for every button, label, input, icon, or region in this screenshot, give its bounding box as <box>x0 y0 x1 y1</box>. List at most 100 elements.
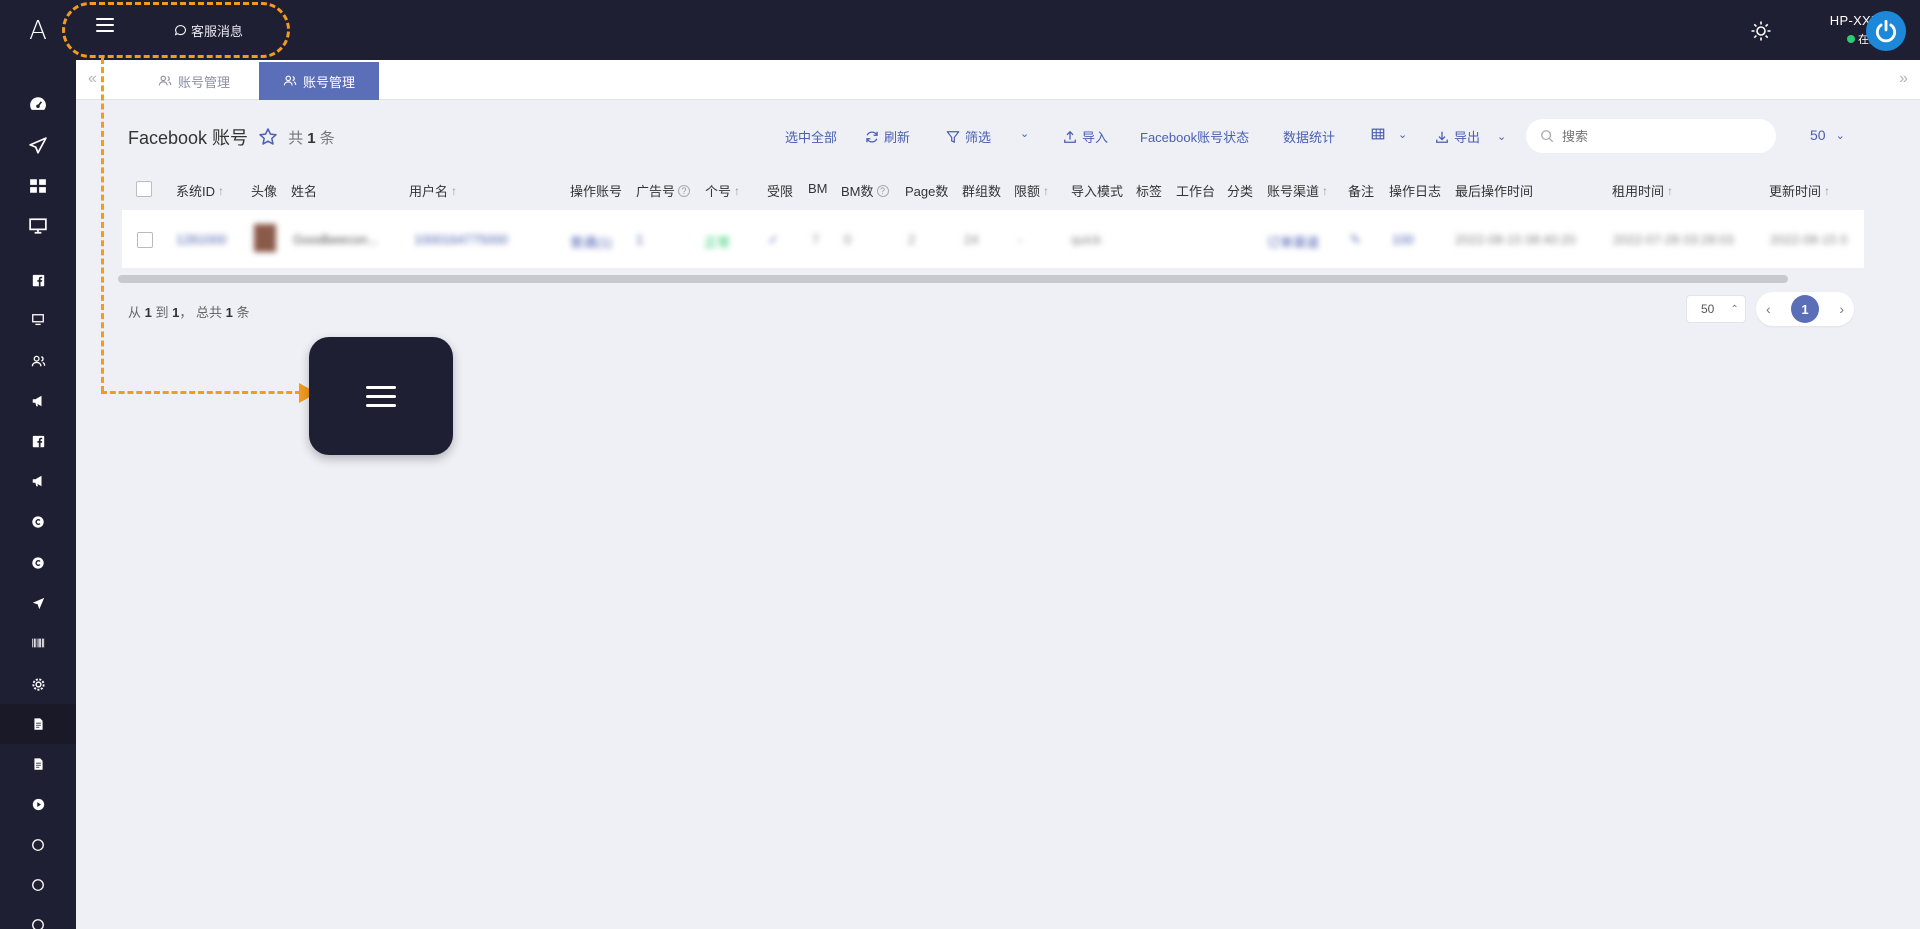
cell-restricted: ✓ <box>768 232 779 247</box>
cell-avatar <box>254 224 276 252</box>
col-ad-account: 广告号? <box>636 181 691 200</box>
send-icon[interactable] <box>0 126 76 166</box>
col-personal-account[interactable]: 个号 ↑ <box>705 181 740 200</box>
upload-icon <box>1064 130 1076 143</box>
refresh-icon <box>866 131 878 142</box>
cell-rental-time: 2022-07-28 03:28:03 <box>1613 232 1734 247</box>
cell-page-count: 2 <box>908 232 916 247</box>
filter-dropdown-icon[interactable]: ⌄ <box>1020 127 1029 140</box>
col-rental-time[interactable]: 租用时间 ↑ <box>1612 181 1673 200</box>
row-checkbox[interactable] <box>137 232 153 248</box>
horizontal-scrollbar[interactable] <box>118 275 1788 283</box>
col-bm-count: BM数? <box>841 181 889 200</box>
theme-sun-icon[interactable] <box>1750 20 1772 42</box>
zoomed-hamburger-callout <box>309 337 453 455</box>
annotation-dashed-line-horizontal <box>101 391 301 394</box>
next-page-icon[interactable]: › <box>1839 301 1844 317</box>
power-icon <box>1875 19 1897 43</box>
refresh-button[interactable]: 刷新 <box>865 127 910 146</box>
desktop-icon[interactable] <box>0 300 76 340</box>
megaphone-icon[interactable] <box>0 381 76 421</box>
tab-label: 账号管理 <box>178 74 231 90</box>
copyright-icon[interactable] <box>0 502 76 542</box>
col-avatar: 头像 <box>251 184 278 199</box>
cell-ad-account[interactable]: 1 <box>636 232 643 247</box>
edit-remark-icon[interactable]: ✎ <box>1350 232 1361 248</box>
cell-operator[interactable]: 普通(1) <box>570 232 612 251</box>
top-bar: 客服消息 HP-XXX 在线 <box>76 0 1920 60</box>
export-button[interactable]: 导出 ⌄ <box>1435 127 1506 146</box>
barcode-icon[interactable] <box>0 623 76 663</box>
help-icon: ? <box>876 184 889 197</box>
cell-group-count: 24 <box>964 232 979 247</box>
col-limit[interactable]: 限额 ↑ <box>1014 181 1049 200</box>
document-icon-2[interactable] <box>0 744 76 784</box>
search-input[interactable] <box>1562 128 1752 144</box>
col-channel[interactable]: 账号渠道 ↑ <box>1267 181 1328 200</box>
annotation-dashed-line <box>101 58 104 392</box>
col-username[interactable]: 用户名 ↑ <box>409 181 457 200</box>
grid-icon[interactable] <box>0 166 76 206</box>
online-dot-icon <box>1847 35 1855 43</box>
col-page-count: Page数 <box>905 184 949 199</box>
record-count: 共 1 条 <box>288 129 335 147</box>
play-circle-icon[interactable] <box>0 784 76 824</box>
pagination-range: 从 1 到 1， 总共 1 条 <box>128 305 250 320</box>
hamburger-menu-icon-zoomed <box>366 380 396 413</box>
data-statistics-button[interactable]: 数据统计 <box>1283 127 1335 146</box>
facebook-icon[interactable] <box>0 260 76 300</box>
users-icon <box>283 75 297 86</box>
chevron-down-icon: ⌄ <box>1497 131 1507 143</box>
col-system-id[interactable]: 系统ID ↑ <box>176 181 224 200</box>
col-import-mode: 导入模式 <box>1071 184 1124 199</box>
cell-limit: - <box>1018 232 1023 247</box>
navigation-arrow-icon[interactable] <box>0 583 76 623</box>
cell-update-time: 2022-08-15 0 <box>1770 232 1848 247</box>
circle-icon[interactable] <box>0 825 76 865</box>
import-button[interactable]: 导入 <box>1063 127 1108 146</box>
search-box[interactable] <box>1526 119 1776 153</box>
per-page-select[interactable]: 50 ⌄ <box>1810 127 1845 143</box>
scroll-tabs-right-icon[interactable]: » <box>1899 70 1908 88</box>
users-icon[interactable] <box>0 341 76 381</box>
col-update-time[interactable]: 更新时间 ↑ <box>1769 181 1830 200</box>
col-tag: 标签 <box>1136 184 1163 199</box>
circle-icon-2[interactable] <box>0 865 76 905</box>
dashboard-icon[interactable] <box>0 84 76 124</box>
pagination: ‹ 1 › <box>1756 292 1854 326</box>
page-title-row: Facebook 账号 共 1 条 <box>128 124 335 150</box>
table-header: 系统ID ↑ 头像 姓名 用户名 ↑ 操作账号 广告号? 个号 ↑ 受限 BM BM数… <box>118 168 1864 210</box>
facebook-page-icon[interactable] <box>0 421 76 461</box>
tab-account-management-2[interactable]: 账号管理 <box>259 62 380 100</box>
col-workspace: 工作台 <box>1176 184 1216 199</box>
document-icon[interactable] <box>0 704 76 744</box>
scroll-tabs-left-icon[interactable]: « <box>88 70 97 88</box>
monitor-icon[interactable] <box>0 206 76 246</box>
page-1-button[interactable]: 1 <box>1791 295 1819 323</box>
settings-gear-icon[interactable] <box>0 664 76 704</box>
cell-system-id[interactable]: 1281000 <box>176 232 227 247</box>
circle-icon-3[interactable] <box>0 905 76 929</box>
table-row[interactable]: 1281000 Goodbeecon... 1000164775000 普通(1… <box>122 210 1864 268</box>
prev-page-icon[interactable]: ‹ <box>1766 301 1771 317</box>
chevron-up-icon: ⌃ <box>1730 303 1739 315</box>
column-layout-button[interactable]: ⌄ <box>1371 127 1407 141</box>
cell-operation-log[interactable]: 100 <box>1392 232 1414 247</box>
chevron-down-icon: ⌄ <box>1835 129 1845 142</box>
select-all-button[interactable]: 选中全部 <box>785 127 837 146</box>
facebook-status-button[interactable]: Facebook账号状态 <box>1140 127 1249 146</box>
copyright-icon-2[interactable] <box>0 543 76 583</box>
power-avatar-button[interactable] <box>1866 11 1906 51</box>
download-icon <box>1436 131 1448 143</box>
cell-bm: 7 <box>812 232 820 247</box>
tab-account-management-1[interactable]: 账号管理 <box>134 62 254 100</box>
annotation-highlight-ellipse <box>62 2 290 58</box>
filter-button[interactable]: 筛选 <box>946 127 991 146</box>
favorite-star-icon[interactable] <box>258 127 278 147</box>
cell-channel[interactable]: 订单渠道 <box>1267 232 1319 251</box>
page-size-select[interactable]: 50 ⌃ <box>1686 295 1746 323</box>
col-operation-log: 操作日志 <box>1389 184 1442 199</box>
cell-username[interactable]: 1000164775000 <box>414 232 508 247</box>
select-all-checkbox[interactable] <box>136 181 152 197</box>
ads-megaphone-icon[interactable] <box>0 461 76 501</box>
